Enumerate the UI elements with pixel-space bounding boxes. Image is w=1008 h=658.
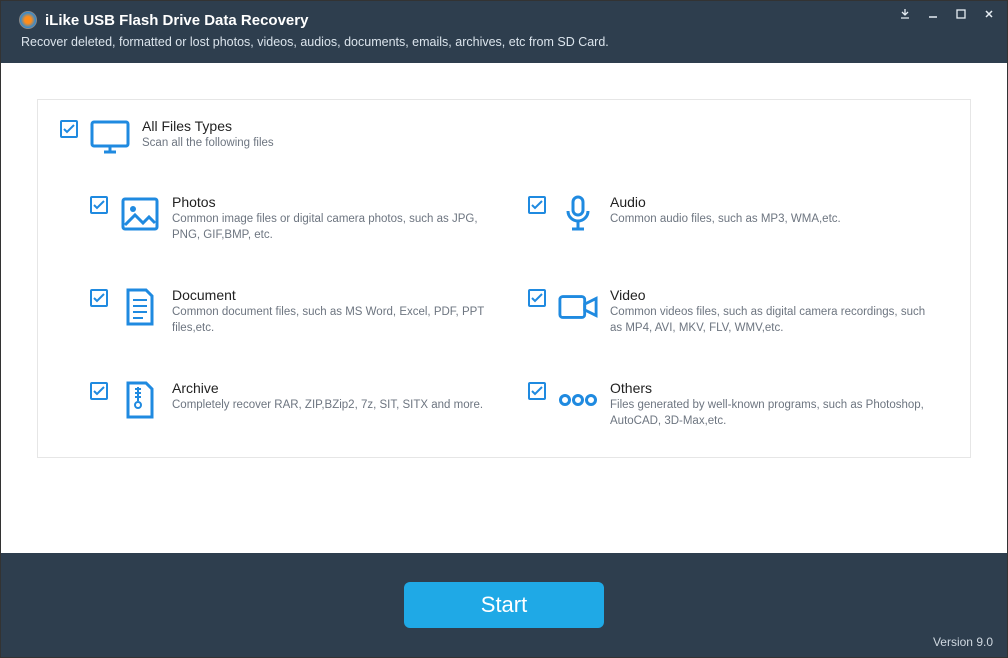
start-button[interactable]: Start — [404, 582, 604, 628]
monitor-icon — [90, 118, 130, 158]
all-files-desc: Scan all the following files — [142, 136, 274, 152]
maximize-button[interactable] — [949, 5, 973, 23]
checkbox-all-files[interactable] — [60, 120, 78, 138]
type-desc-video: Common videos files, such as digital cam… — [610, 305, 930, 336]
checkbox-video[interactable] — [528, 289, 546, 307]
type-title-others: Others — [610, 380, 930, 396]
microphone-icon — [558, 194, 598, 234]
main-content: All Files Types Scan all the following f… — [1, 63, 1007, 535]
type-title-audio: Audio — [610, 194, 841, 210]
all-files-row: All Files Types Scan all the following f… — [60, 118, 948, 158]
type-title-document: Document — [172, 287, 492, 303]
type-archive: Archive Completely recover RAR, ZIP,BZip… — [90, 380, 510, 429]
app-logo-icon — [19, 11, 37, 29]
type-desc-archive: Completely recover RAR, ZIP,BZip2, 7z, S… — [172, 398, 483, 414]
checkbox-archive[interactable] — [90, 382, 108, 400]
type-desc-others: Files generated by well-known programs, … — [610, 398, 930, 429]
app-window: iLike USB Flash Drive Data Recovery Reco… — [0, 0, 1008, 658]
type-photos: Photos Common image files or digital cam… — [90, 194, 510, 243]
version-label: Version 9.0 — [933, 635, 993, 649]
checkbox-audio[interactable] — [528, 196, 546, 214]
type-title-archive: Archive — [172, 380, 483, 396]
window-controls — [893, 5, 1001, 23]
checkbox-others[interactable] — [528, 382, 546, 400]
type-desc-audio: Common audio files, such as MP3, WMA,etc… — [610, 212, 841, 228]
type-document: Document Common document files, such as … — [90, 287, 510, 336]
photo-icon — [120, 194, 160, 234]
type-others: Others Files generated by well-known pro… — [528, 380, 948, 429]
all-files-title: All Files Types — [142, 118, 274, 134]
type-title-video: Video — [610, 287, 930, 303]
type-title-photos: Photos — [172, 194, 492, 210]
type-audio: Audio Common audio files, such as MP3, W… — [528, 194, 948, 243]
app-title: iLike USB Flash Drive Data Recovery — [45, 12, 308, 29]
type-desc-photos: Common image files or digital camera pho… — [172, 212, 492, 243]
others-icon — [558, 380, 598, 420]
download-button[interactable] — [893, 5, 917, 23]
minimize-button[interactable] — [921, 5, 945, 23]
archive-icon — [120, 380, 160, 420]
document-icon — [120, 287, 160, 327]
titlebar: iLike USB Flash Drive Data Recovery Reco… — [1, 1, 1007, 63]
checkbox-document[interactable] — [90, 289, 108, 307]
close-button[interactable] — [977, 5, 1001, 23]
app-subtitle: Recover deleted, formatted or lost photo… — [21, 35, 989, 49]
video-icon — [558, 287, 598, 327]
type-video: Video Common videos files, such as digit… — [528, 287, 948, 336]
footer: Start Version 9.0 — [1, 553, 1007, 657]
type-desc-document: Common document files, such as MS Word, … — [172, 305, 492, 336]
checkbox-photos[interactable] — [90, 196, 108, 214]
file-types-panel: All Files Types Scan all the following f… — [37, 99, 971, 458]
